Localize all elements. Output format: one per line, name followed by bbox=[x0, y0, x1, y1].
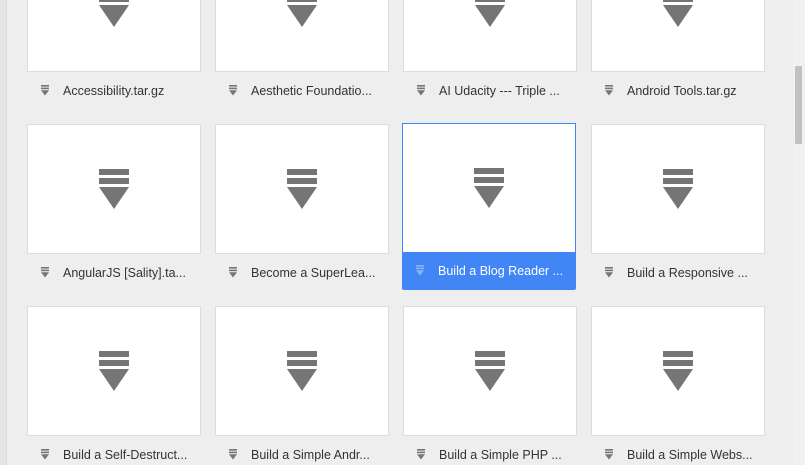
file-label-bar[interactable]: Build a Simple Webs... bbox=[591, 436, 765, 465]
left-panel-edge bbox=[0, 0, 7, 465]
file-label-bar[interactable]: Build a Self-Destruct... bbox=[27, 436, 201, 465]
download-icon bbox=[475, 351, 505, 391]
file-name: Build a Simple Webs... bbox=[627, 448, 753, 462]
file-thumbnail[interactable] bbox=[403, 306, 577, 436]
file-tile[interactable]: Android Tools.tar.gz bbox=[591, 0, 765, 112]
file-tile[interactable]: Build a Simple Webs... bbox=[591, 306, 765, 465]
vertical-scrollbar[interactable] bbox=[793, 0, 805, 465]
download-icon bbox=[41, 267, 49, 278]
file-label-bar[interactable]: Become a SuperLea... bbox=[215, 254, 389, 292]
file-name: AI Udacity --- Triple ... bbox=[439, 84, 560, 98]
file-name: Build a Responsive ... bbox=[627, 266, 748, 280]
file-thumbnail[interactable] bbox=[591, 0, 765, 72]
download-icon bbox=[41, 85, 49, 96]
download-icon bbox=[605, 267, 613, 278]
download-icon bbox=[99, 169, 129, 209]
download-icon bbox=[287, 0, 317, 27]
download-icon bbox=[41, 449, 49, 460]
file-tile[interactable]: Become a SuperLea... bbox=[215, 124, 389, 294]
file-grid-view: Accessibility.tar.gz Aesthetic Foundatio… bbox=[0, 0, 805, 465]
file-label-bar[interactable]: Build a Blog Reader ... bbox=[402, 252, 576, 290]
file-thumbnail[interactable] bbox=[591, 306, 765, 436]
file-thumbnail[interactable] bbox=[27, 124, 201, 254]
file-thumbnail[interactable] bbox=[27, 0, 201, 72]
file-thumbnail[interactable] bbox=[215, 0, 389, 72]
download-icon bbox=[663, 351, 693, 391]
download-icon bbox=[605, 449, 613, 460]
file-name: Build a Simple PHP ... bbox=[439, 448, 562, 462]
file-label-bar[interactable]: Android Tools.tar.gz bbox=[591, 72, 765, 110]
download-icon bbox=[605, 85, 613, 96]
download-icon bbox=[287, 351, 317, 391]
file-tile-selected[interactable]: Build a Blog Reader ... bbox=[402, 123, 576, 293]
file-thumbnail[interactable] bbox=[215, 124, 389, 254]
file-tile[interactable]: Build a Simple Andr... bbox=[215, 306, 389, 465]
file-label-bar[interactable]: Build a Simple PHP ... bbox=[403, 436, 577, 465]
download-icon bbox=[417, 449, 425, 460]
file-tile[interactable]: Build a Simple PHP ... bbox=[403, 306, 577, 465]
file-label-bar[interactable]: Accessibility.tar.gz bbox=[27, 72, 201, 110]
scrollbar-thumb[interactable] bbox=[795, 66, 802, 144]
file-tile[interactable]: Build a Responsive ... bbox=[591, 124, 765, 294]
download-icon bbox=[416, 265, 424, 276]
file-name: Build a Simple Andr... bbox=[251, 448, 370, 462]
download-icon bbox=[229, 267, 237, 278]
download-icon bbox=[663, 0, 693, 27]
file-thumbnail[interactable] bbox=[403, 0, 577, 72]
file-name: Build a Self-Destruct... bbox=[63, 448, 188, 462]
file-label-bar[interactable]: Build a Responsive ... bbox=[591, 254, 765, 292]
file-thumbnail[interactable] bbox=[215, 306, 389, 436]
download-icon bbox=[99, 351, 129, 391]
file-name: Build a Blog Reader ... bbox=[438, 264, 564, 278]
download-icon bbox=[474, 168, 504, 208]
file-thumbnail[interactable] bbox=[591, 124, 765, 254]
file-label-bar[interactable]: Aesthetic Foundatio... bbox=[215, 72, 389, 110]
file-thumbnail[interactable] bbox=[27, 306, 201, 436]
file-name: AngularJS [Sality].ta... bbox=[63, 266, 186, 280]
file-label-bar[interactable]: AI Udacity --- Triple ... bbox=[403, 72, 577, 110]
download-icon bbox=[663, 169, 693, 209]
download-icon bbox=[229, 85, 237, 96]
file-label-bar[interactable]: AngularJS [Sality].ta... bbox=[27, 254, 201, 292]
file-name: Accessibility.tar.gz bbox=[63, 84, 165, 98]
download-icon bbox=[99, 0, 129, 27]
file-label-bar[interactable]: Build a Simple Andr... bbox=[215, 436, 389, 465]
download-icon bbox=[417, 85, 425, 96]
file-name: Android Tools.tar.gz bbox=[627, 84, 737, 98]
download-icon bbox=[475, 0, 505, 27]
file-tile[interactable]: Build a Self-Destruct... bbox=[27, 306, 201, 465]
file-tile[interactable]: Aesthetic Foundatio... bbox=[215, 0, 389, 112]
file-tile[interactable]: AngularJS [Sality].ta... bbox=[27, 124, 201, 294]
file-name: Aesthetic Foundatio... bbox=[251, 84, 372, 98]
download-icon bbox=[229, 449, 237, 460]
file-thumbnail[interactable] bbox=[402, 123, 576, 253]
file-tile[interactable]: AI Udacity --- Triple ... bbox=[403, 0, 577, 112]
file-name: Become a SuperLea... bbox=[251, 266, 376, 280]
download-icon bbox=[287, 169, 317, 209]
file-tile[interactable]: Accessibility.tar.gz bbox=[27, 0, 201, 112]
